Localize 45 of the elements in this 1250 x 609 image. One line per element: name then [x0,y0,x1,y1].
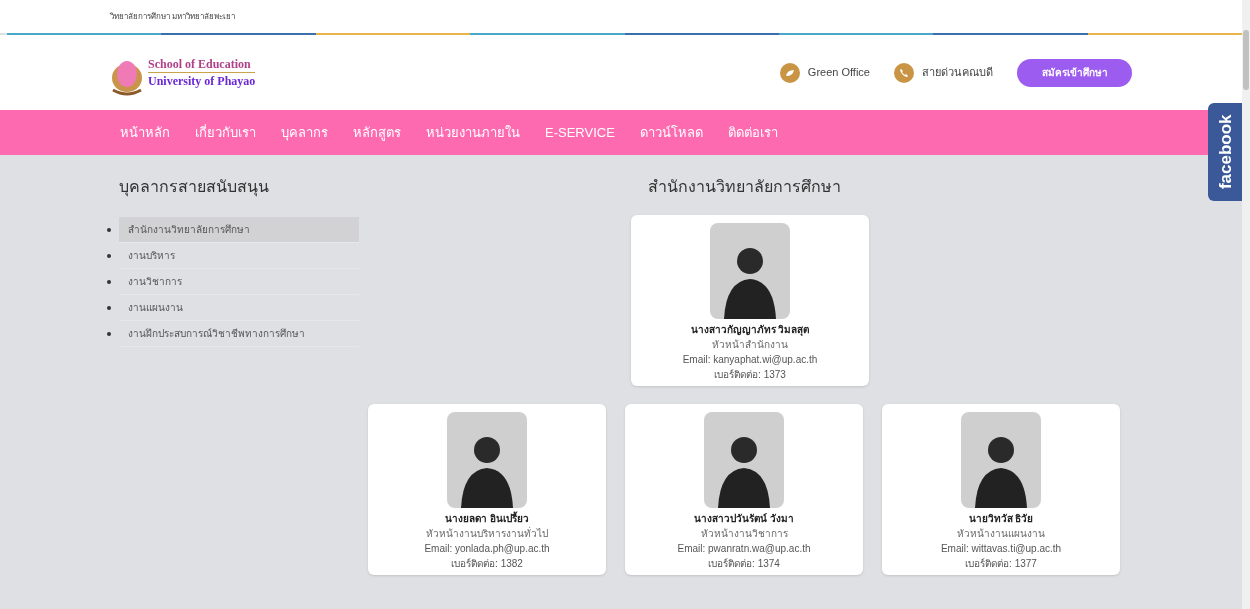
sidebar-item[interactable]: งานวิชาการ [119,269,359,295]
staff-role: หัวหน้างานแผนงาน [957,527,1045,541]
university-name: วิทยาลัยการศึกษา มหาวิทยาลัยพะเยา [110,10,236,23]
nav-link[interactable]: หน้าหลัก [120,122,170,143]
nav-link[interactable]: หน่วยงานภายใน [426,122,520,143]
nav-link[interactable]: เกี่ยวกับเรา [195,122,256,143]
staff-phone: เบอร์ติดต่อ: 1377 [965,557,1037,571]
nav-link[interactable]: ติดต่อเรา [727,122,778,143]
nav-link[interactable]: E-SERVICE [545,122,615,143]
facebook-tab[interactable]: facebook [1208,103,1242,201]
section-title: สำนักงานวิทยาลัยการศึกษา [647,177,841,197]
staff-email: Email: yonlada.ph@up.ac.th [424,542,550,556]
header-link[interactable]: Green Office [779,62,870,83]
nav-link[interactable]: ดาวน์โหลด [639,122,703,143]
sidebar-item[interactable]: งานบริหาร [119,243,359,269]
staff-role: หัวหน้างานบริหารงานทั่วไป [426,526,548,541]
logo-title: School of Education [148,56,256,73]
apply-button[interactable]: สมัครเข้าศึกษา [1017,58,1132,87]
sidebar-item[interactable]: งานฝึกประสบการณ์วิชาชีพทางการศึกษา [119,321,359,347]
bullet-icon [107,332,111,336]
header-link[interactable]: สายด่วนคณบดี [894,62,993,83]
logo-subtitle: University of Phayao [148,73,256,89]
staff-name: นายวิทวัส ธิวัย [968,512,1034,526]
bullet-icon [107,228,111,232]
staff-email: Email: kanyaphat.wi@up.ac.th [682,353,818,367]
staff-name: นางสาวปวันรัตน์ วังมา [694,512,794,526]
staff-email: Email: wittavas.ti@up.ac.th [940,542,1062,556]
sidebar-title: บุคลากรสายสนับสนุน [118,177,270,199]
bullet-icon [107,254,111,258]
bullet-icon [107,306,111,310]
staff-phone: เบอร์ติดต่อ: 1374 [708,557,780,571]
staff-email: Email: pwanratn.wa@up.ac.th [677,542,811,556]
sidebar-item[interactable]: สำนักงานวิทยาลัยการศึกษา [119,217,359,243]
leaf-icon [779,62,800,83]
phone-icon [894,62,914,83]
nav-link[interactable]: หลักสูตร [353,122,401,143]
staff-phone: เบอร์ติดต่อ: 1382 [451,557,523,571]
staff-phone: เบอร์ติดต่อ: 1373 [714,368,786,382]
sidebar-item[interactable]: งานแผนงาน [119,295,359,321]
nav-link[interactable]: บุคลากร [281,122,328,143]
bullet-icon [107,280,111,284]
staff-name: นางยลดา อินเปรี้ยว [445,512,529,526]
staff-role: หัวหน้างานวิชาการ [700,527,788,541]
staff-role: หัวหน้าสำนักงาน [712,338,788,352]
staff-name: นางสาวกัญญาภัทร วิมลสุต [690,323,810,337]
